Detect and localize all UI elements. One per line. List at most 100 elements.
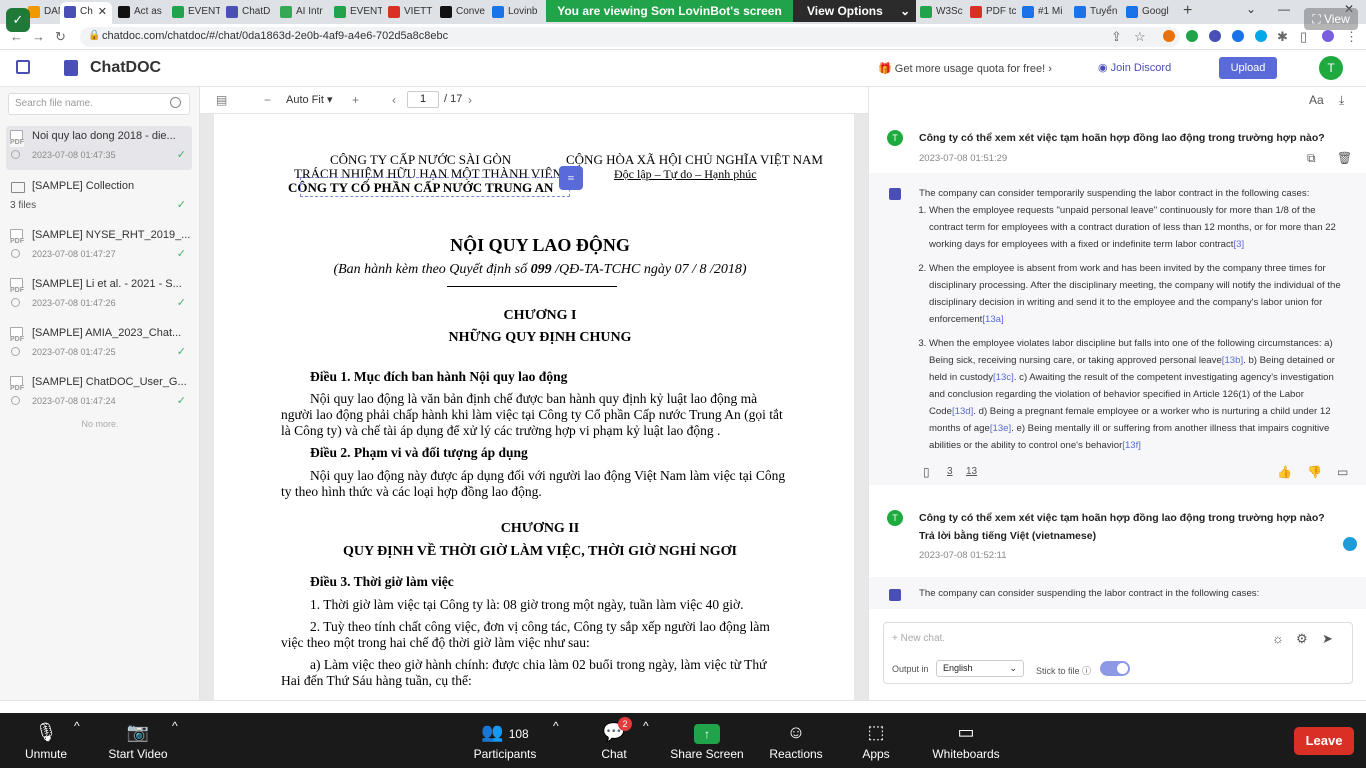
citation-link[interactable]: [13d] (952, 406, 973, 417)
browser-tab[interactable]: ChatD (222, 2, 274, 24)
file-item[interactable]: PDF [SAMPLE] AMIA_2023_Chat... 2023-07-0… (6, 323, 192, 367)
view-button[interactable]: ⛶ View (1304, 8, 1358, 30)
view-options-button[interactable]: View Options ⌄ (793, 0, 916, 22)
tab-search-icon[interactable]: ⌄ (1246, 2, 1256, 16)
search-icon[interactable] (170, 97, 181, 108)
bookmark-star-icon[interactable]: ☆ (1134, 29, 1146, 45)
participants-caret-icon[interactable]: ^ (553, 719, 559, 733)
citation-link[interactable]: [3] (1233, 239, 1244, 250)
collapse-sidebar-icon[interactable] (16, 60, 30, 74)
page-reference[interactable]: 13 (966, 466, 977, 477)
browser-tab[interactable]: PDF tc (966, 2, 1016, 24)
search-input[interactable]: Search file name. (8, 93, 190, 115)
share-screen-button[interactable]: ↑ Share Screen (670, 719, 744, 761)
extension-icon[interactable] (1186, 30, 1198, 42)
start-video-button[interactable]: 📷 Start Video (104, 719, 172, 761)
citation-link[interactable]: [13e] (990, 423, 1011, 434)
tab-favicon-icon (970, 6, 982, 18)
puzzle-icon[interactable]: ✱ (1277, 29, 1288, 45)
browser-tab[interactable]: EVENT (330, 2, 382, 24)
audio-options-caret-icon[interactable]: ^ (74, 719, 80, 733)
file-date: 2023-07-08 01:47:24 (32, 396, 116, 406)
extension-icon[interactable] (1255, 30, 1267, 42)
browser-tab[interactable]: EVENT (168, 2, 220, 24)
share-icon[interactable]: ⇪ (1111, 29, 1122, 45)
forward-icon[interactable]: → (32, 29, 45, 44)
browser-tab[interactable]: Googl (1122, 2, 1172, 24)
whiteboard-icon: ▭ (957, 722, 975, 742)
browser-tab[interactable]: Conve (436, 2, 488, 24)
url-field[interactable]: 🔒 chatdoc.com/chatdoc/#/chat/0da1863d-2e… (80, 27, 1180, 47)
prev-page-icon[interactable]: ‹ (392, 93, 396, 107)
file-item[interactable]: PDF [SAMPLE] Li et al. - 2021 - S... 202… (6, 274, 192, 318)
stick-to-file-toggle[interactable] (1100, 661, 1130, 676)
reload-icon[interactable]: ↻ (55, 29, 66, 45)
citation-link[interactable]: [13c] (993, 372, 1014, 383)
sidepanel-icon[interactable]: ▯ (1300, 29, 1307, 45)
browser-tab[interactable]: VIETT (384, 2, 436, 24)
citation-link[interactable]: [13f] (1122, 440, 1141, 451)
new-tab-icon[interactable]: + (1183, 2, 1192, 20)
browser-tab[interactable]: Tuyển (1070, 2, 1120, 24)
citation-link[interactable]: [13b] (1222, 355, 1243, 366)
whiteboards-button[interactable]: ▭ Whiteboards (928, 719, 1004, 761)
zoom-select[interactable]: Auto Fit ▾ (286, 93, 333, 106)
ask-selection-icon[interactable]: ≡ (559, 166, 583, 190)
extension-icon[interactable] (1163, 30, 1175, 42)
extension-icon[interactable] (1209, 30, 1221, 42)
more-menu-icon[interactable]: ⋮ (1345, 29, 1358, 45)
leave-button[interactable]: Leave (1294, 727, 1354, 755)
download-icon[interactable]: ⤓ (1339, 93, 1344, 108)
settings-icon[interactable]: ⚙ (1296, 631, 1308, 647)
chat-caret-icon[interactable]: ^ (643, 719, 649, 733)
folder-name: [SAMPLE] Collection (32, 180, 135, 192)
minimize-icon[interactable]: — (1278, 2, 1290, 16)
browser-tab[interactable]: Lovinb (488, 2, 540, 24)
page-number-input[interactable]: 1 (407, 91, 439, 108)
chat-input[interactable]: + New chat. (892, 633, 945, 644)
copy-icon[interactable]: ⧉ (1307, 151, 1316, 166)
folder-item[interactable]: [SAMPLE] Collection 3 files ✓ (6, 176, 192, 220)
output-language-select[interactable]: English ⌄ (936, 660, 1024, 677)
reactions-button[interactable]: ☺ Reactions (766, 719, 826, 761)
extension-icon[interactable] (1232, 30, 1244, 42)
profile-icon[interactable] (1322, 30, 1334, 42)
avatar[interactable]: T (1319, 56, 1343, 80)
lightbulb-icon[interactable]: ☼ (1272, 631, 1284, 646)
thumbs-up-icon[interactable]: 👍 (1277, 465, 1292, 479)
shield-icon: ✓ (6, 8, 30, 32)
browser-tab[interactable]: Act as (114, 2, 166, 24)
file-item[interactable]: PDF [SAMPLE] ChatDOC_User_G... 2023-07-0… (6, 372, 192, 416)
emoji-icon: ☺ (786, 722, 806, 742)
file-item[interactable]: PDF Noi quy lao dong 2018 - die... 2023-… (6, 126, 192, 170)
join-discord-link[interactable]: ◉ Join Discord (1098, 61, 1171, 74)
thumbnail-toggle-icon[interactable]: ▤ (216, 93, 227, 107)
zoom-out-icon[interactable]: − (264, 93, 271, 107)
close-tab-icon[interactable]: ✕ (98, 2, 107, 22)
upload-button[interactable]: Upload (1219, 57, 1277, 79)
thumbs-down-icon[interactable]: 👎 (1307, 465, 1322, 479)
apps-button[interactable]: ⬚ Apps (856, 719, 896, 761)
chevron-right-icon: › (1048, 63, 1052, 75)
video-options-caret-icon[interactable]: ^ (172, 719, 178, 733)
citation-link[interactable]: [13a] (982, 314, 1003, 325)
browser-tab-active[interactable]: Ch ✕ (60, 2, 112, 24)
unmute-button[interactable]: 🎙 Unmute (20, 719, 72, 761)
zoom-in-icon[interactable]: + (352, 93, 359, 107)
page-reference[interactable]: 3 (947, 466, 953, 477)
answer-intro: The company can consider temporarily sus… (919, 188, 1310, 199)
send-icon[interactable]: ➤ (1322, 631, 1333, 647)
assistant-bubble-icon[interactable] (1343, 537, 1357, 551)
quota-link[interactable]: 🎁 Get more usage quota for free! › (878, 62, 1052, 75)
tab-favicon-icon (172, 6, 184, 18)
file-item[interactable]: PDF [SAMPLE] NYSE_RHT_2019_... 2023-07-0… (6, 225, 192, 269)
comment-icon[interactable]: ▭ (1337, 465, 1348, 479)
next-page-icon[interactable]: › (468, 93, 472, 107)
delete-icon[interactable]: 🗑 (1337, 151, 1352, 165)
participants-button[interactable]: 👥 108 Participants (470, 719, 540, 761)
browser-tab[interactable]: #1 Mi (1018, 2, 1068, 24)
browser-tab[interactable]: AI Intr (276, 2, 328, 24)
browser-tab[interactable]: W3Sc (916, 2, 966, 24)
font-size-icon[interactable]: Aa (1309, 93, 1324, 107)
pdf-viewer[interactable]: CÔNG TY CẤP NƯỚC SÀI GÒN TRÁCH NHIỆM HỮU… (200, 114, 868, 700)
